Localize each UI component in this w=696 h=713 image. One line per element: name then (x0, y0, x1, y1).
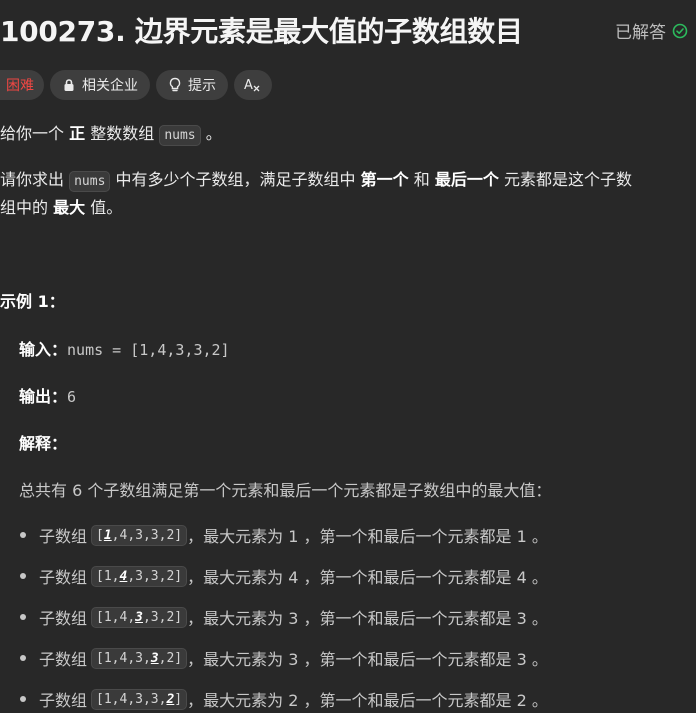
text-span: 整数数组 (90, 124, 155, 143)
inline-code: [1,4,3,3,2] (91, 524, 188, 546)
bullet-dot (20, 655, 26, 661)
difficulty-tag[interactable]: 困难 (0, 70, 44, 100)
code-highlight: 3 (150, 650, 159, 666)
code-part: [1,4,3,3, (96, 691, 167, 707)
check-circle-icon (672, 23, 688, 39)
example-explain-label: 解释： (19, 430, 67, 454)
code-part: ,4,3,3,2] (111, 527, 183, 543)
list-item: 子数组 [1,4,3,3,2] ，最大元素为 1 ，第一个和最后一个元素都是 1… (20, 523, 548, 547)
related-companies-label: 相关企业 (82, 78, 138, 94)
translate-tag[interactable]: A (234, 70, 272, 100)
tag-bar: 困难 相关企业 提示 A (0, 70, 272, 100)
bullet-dot (20, 696, 26, 702)
problem-title: 100273. 边界元素是最大值的子数组数目 (0, 15, 523, 48)
solved-label: 已解答 (615, 23, 666, 43)
text-span: 。 (205, 124, 222, 143)
text-span: ，最大元素为 1 ，第一个和最后一个元素都是 1 。 (187, 527, 548, 546)
list-item: 子数组 [1,4,3,3,2] ，最大元素为 3 ，第一个和最后一个元素都是 3… (20, 605, 548, 629)
text-span: 子数组 (39, 650, 88, 669)
bold-text: 最后一个 (434, 170, 499, 189)
list-item: 子数组 [1,4,3,3,2] ，最大元素为 2 ，第一个和最后一个元素都是 2… (20, 687, 548, 711)
list-item: 子数组 [1,4,3,3,2] ，最大元素为 3 ，第一个和最后一个元素都是 3… (20, 646, 548, 670)
text-span: ，最大元素为 3 ，第一个和最后一个元素都是 3 。 (187, 650, 548, 669)
input-label: 输入： (19, 340, 68, 359)
bold-text: 第一个 (360, 170, 409, 189)
bold-text: 正 (69, 124, 86, 143)
difficulty-label: 困难 (6, 78, 34, 94)
description-paragraph-1: 给你一个 正 整数数组 nums 。 (0, 121, 222, 149)
lightbulb-icon (168, 77, 182, 93)
description-paragraph-2: 请你求出 nums 中有多少个子数组，满足子数组中 第一个 和 最后一个 元素都… (0, 167, 632, 195)
text-span: 和 (413, 170, 430, 189)
solved-status: 已解答 (615, 18, 688, 43)
code-part: [ (96, 527, 104, 543)
output-label: 输出： (19, 387, 68, 406)
example-input: 输入：nums = [1,4,3,3,2] (19, 336, 230, 360)
list-item: 子数组 [1,4,3,3,2] ，最大元素为 4 ，第一个和最后一个元素都是 4… (20, 564, 548, 588)
bullet-dot (20, 573, 26, 579)
bold-text: 最大 (53, 198, 86, 217)
text-span: 给你一个 (0, 124, 65, 143)
text-span: ，最大元素为 3 ，第一个和最后一个元素都是 3 。 (187, 609, 548, 628)
example-title: 示例 1： (0, 292, 65, 311)
code-highlight: 3 (135, 609, 143, 625)
text-span: 中有多少个子数组，满足子数组中 (115, 170, 356, 189)
text-span: 值。 (90, 198, 123, 217)
explain-label: 解释： (19, 434, 68, 453)
svg-text:A: A (244, 78, 253, 93)
inline-code: [1,4,3,3,2] (91, 565, 188, 587)
inline-code: [1,4,3,3,2] (91, 606, 188, 628)
example-output: 输出：6 (19, 383, 76, 407)
description-paragraph-2-line-2: 组中的 最大 值。 (0, 195, 122, 221)
text-span: 请你求出 (0, 170, 65, 189)
code-part: [1, (96, 568, 120, 584)
code-part: ] (174, 691, 183, 707)
text-span: ，最大元素为 4 ，第一个和最后一个元素都是 4 。 (187, 568, 548, 587)
inline-code: [1,4,3,3,2] (91, 688, 188, 710)
code-part: ,2] (158, 650, 183, 666)
inline-code: nums (159, 125, 201, 146)
code-part: ,3,3,2] (127, 568, 183, 584)
text-span: 子数组 (39, 568, 88, 587)
example-explain-text: 总共有 6 个子数组满足第一个元素和最后一个元素都是子数组中的最大值： (19, 481, 552, 500)
inline-code: [1,4,3,3,2] (91, 647, 188, 669)
bullet-dot (20, 532, 26, 538)
code-part: [1,4, (96, 609, 136, 625)
hint-tag[interactable]: 提示 (156, 70, 228, 100)
lock-icon (62, 78, 76, 92)
text-span: 子数组 (39, 691, 88, 710)
text-span: 子数组 (39, 527, 88, 546)
code-part: [1,4,3, (96, 650, 151, 666)
inline-code: nums (69, 171, 111, 192)
output-value: 6 (67, 388, 77, 406)
text-span: 组中的 (0, 198, 49, 217)
translate-icon: A (244, 77, 262, 93)
text-span: ，最大元素为 2 ，第一个和最后一个元素都是 2 。 (187, 691, 548, 710)
input-value: nums = [1,4,3,3,2] (67, 341, 230, 359)
hint-label: 提示 (188, 78, 216, 94)
text-span: 元素都是这个子数 (503, 170, 632, 189)
related-companies-tag[interactable]: 相关企业 (50, 70, 150, 100)
bullet-dot (20, 614, 26, 620)
code-highlight: 1 (103, 527, 112, 543)
text-span: 子数组 (39, 609, 88, 628)
code-part: ,3,2] (142, 609, 183, 625)
